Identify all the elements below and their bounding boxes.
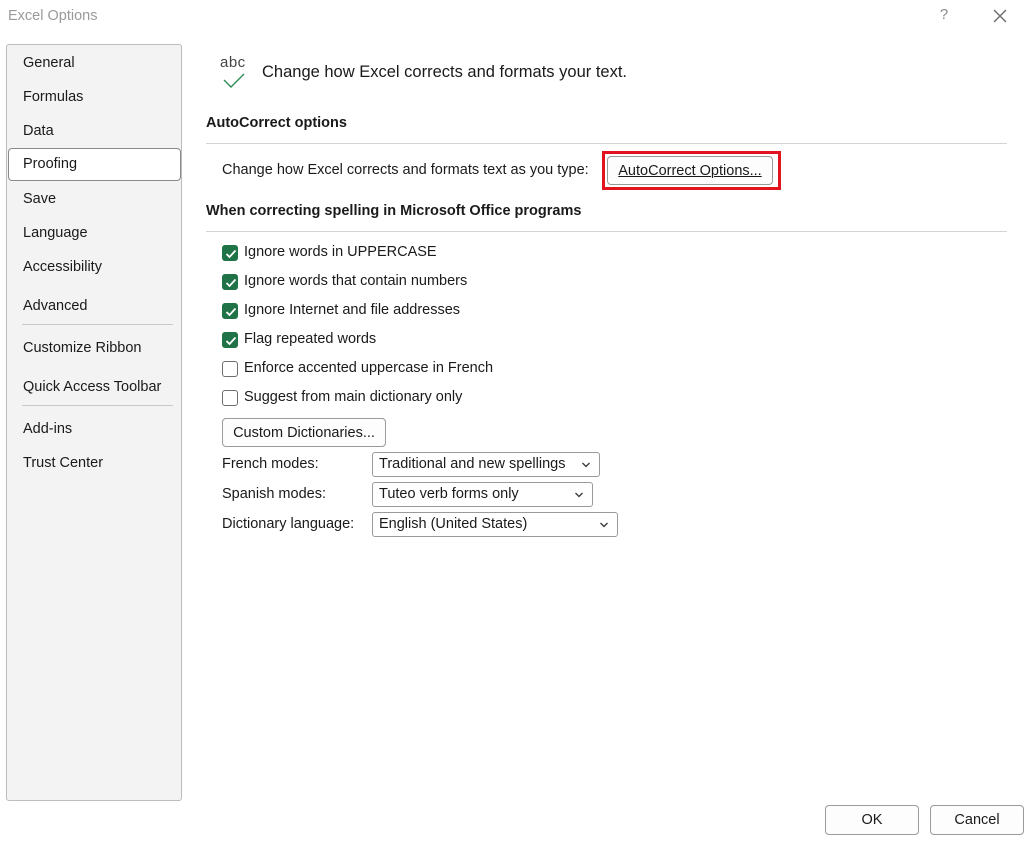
- cancel-button[interactable]: Cancel: [930, 805, 1024, 835]
- sidebar-item-quick-access-toolbar[interactable]: Quick Access Toolbar: [23, 379, 161, 395]
- select-value: Tuteo verb forms only: [379, 486, 519, 502]
- sidebar-item-proofing[interactable]: Proofing: [8, 148, 181, 181]
- sidebar-nav: General Formulas Data Proofing Save Lang…: [6, 44, 182, 801]
- checkbox-box: [222, 390, 238, 406]
- dictionary-language-label: Dictionary language:: [222, 516, 355, 532]
- custom-dictionaries-button[interactable]: Custom Dictionaries...: [222, 418, 386, 447]
- checkmark-icon: [225, 249, 237, 259]
- icon-text: abc: [220, 54, 246, 71]
- button-label: AutoCorrect Options...: [618, 163, 762, 179]
- checkbox-label: Ignore words that contain numbers: [244, 273, 468, 289]
- chevron-down-icon: [575, 492, 583, 498]
- window-title: Excel Options: [8, 8, 98, 24]
- section-divider: [206, 231, 1007, 232]
- checkbox-box: [222, 361, 238, 377]
- french-modes-select[interactable]: Traditional and new spellings: [372, 452, 600, 477]
- checkbox-label: Ignore words in UPPERCASE: [244, 244, 437, 260]
- select-value: Traditional and new spellings: [379, 456, 566, 472]
- sidebar-item-customize-ribbon[interactable]: Customize Ribbon: [23, 340, 141, 356]
- sidebar-item-formulas[interactable]: Formulas: [23, 89, 83, 105]
- help-button[interactable]: ?: [937, 6, 951, 23]
- section-divider: [206, 143, 1007, 144]
- close-button[interactable]: [990, 6, 1010, 26]
- spanish-modes-select[interactable]: Tuteo verb forms only: [372, 482, 593, 507]
- chevron-down-icon: [582, 462, 590, 468]
- select-value: English (United States): [379, 516, 528, 532]
- button-label: OK: [861, 812, 883, 828]
- abc-check-icon: abc: [218, 54, 254, 92]
- checkbox-box: [222, 303, 238, 319]
- checkbox-label: Flag repeated words: [244, 331, 377, 347]
- page-description: Change how Excel corrects and formats yo…: [262, 63, 627, 81]
- sidebar-item-advanced[interactable]: Advanced: [23, 298, 88, 314]
- sidebar-item-label: Proofing: [23, 156, 78, 172]
- sidebar-item-language[interactable]: Language: [23, 225, 88, 241]
- sidebar-item-add-ins[interactable]: Add-ins: [23, 421, 72, 437]
- checkmark-icon: [225, 278, 237, 288]
- sidebar-divider: [22, 324, 173, 325]
- title-bar: Excel Options ?: [0, 0, 1029, 34]
- button-label: Cancel: [954, 812, 1000, 828]
- checkbox-label: Enforce accented uppercase in French: [244, 360, 494, 376]
- checkbox-box: [222, 332, 238, 348]
- checkbox-box: [222, 274, 238, 290]
- spanish-modes-label: Spanish modes:: [222, 486, 326, 502]
- checkbox-box: [222, 245, 238, 261]
- sidebar-item-trust-center[interactable]: Trust Center: [23, 455, 103, 471]
- autocorrect-options-button[interactable]: AutoCorrect Options...: [607, 156, 773, 185]
- sidebar-divider: [22, 405, 173, 406]
- autocorrect-description: Change how Excel corrects and formats te…: [222, 162, 589, 178]
- chevron-down-icon: [600, 522, 608, 528]
- sidebar-item-accessibility[interactable]: Accessibility: [23, 259, 102, 275]
- ok-button[interactable]: OK: [825, 805, 919, 835]
- checkmark-icon: [225, 336, 237, 346]
- sidebar-item-data[interactable]: Data: [23, 123, 54, 139]
- checkbox-label: Ignore Internet and file addresses: [244, 302, 461, 318]
- checkmark-icon: [225, 307, 237, 317]
- checkbox-label: Suggest from main dictionary only: [244, 389, 463, 405]
- sidebar-item-save[interactable]: Save: [23, 191, 56, 207]
- close-icon: [993, 9, 1007, 23]
- check-icon: [223, 73, 245, 88]
- autocorrect-section-title: AutoCorrect options: [206, 115, 347, 131]
- dictionary-language-select[interactable]: English (United States): [372, 512, 618, 537]
- button-label: Custom Dictionaries...: [233, 425, 375, 441]
- sidebar-item-general[interactable]: General: [23, 55, 75, 71]
- spelling-section-title: When correcting spelling in Microsoft Of…: [206, 203, 582, 219]
- french-modes-label: French modes:: [222, 456, 319, 472]
